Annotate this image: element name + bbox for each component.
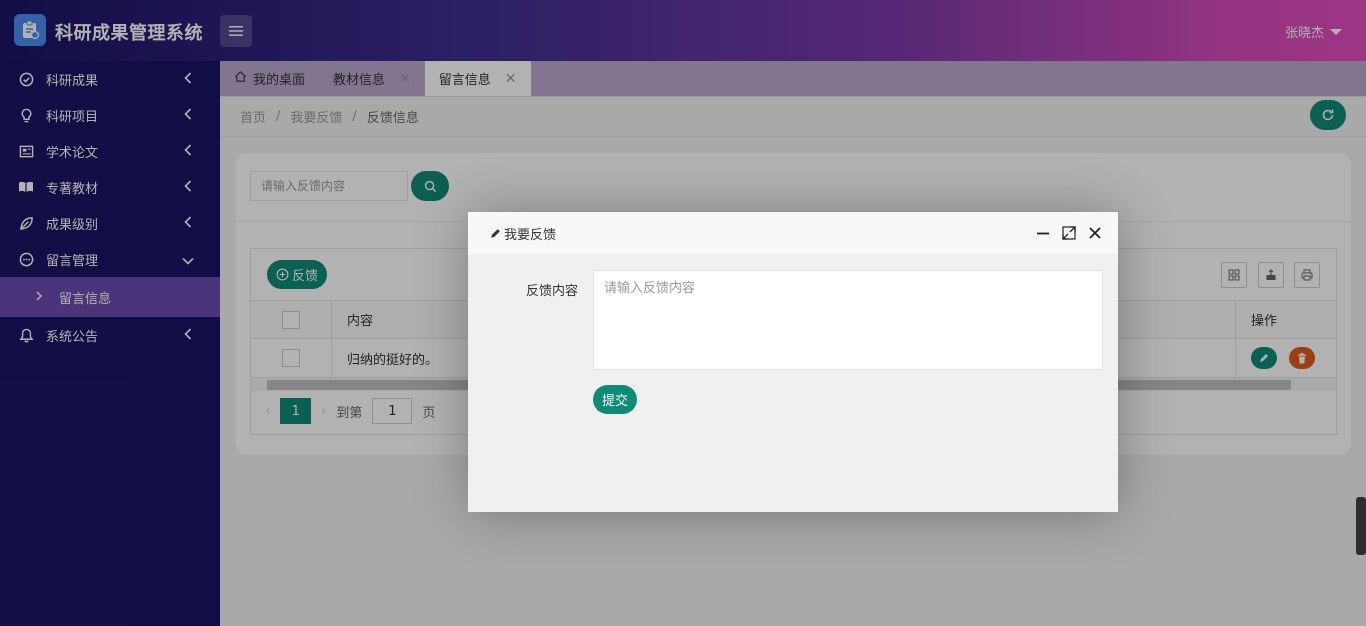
modal-controls <box>1036 226 1102 244</box>
submit-button[interactable]: 提交 <box>593 385 637 414</box>
side-widget[interactable] <box>1356 497 1366 555</box>
feedback-modal: 我要反馈 反馈内容 请输入反馈内容 提交 <box>468 212 1118 512</box>
feedback-content-textarea[interactable]: 请输入反馈内容 <box>593 270 1103 370</box>
feedback-content-label: 反馈内容 <box>525 284 578 299</box>
close-icon[interactable] <box>1088 226 1102 244</box>
minimize-icon[interactable] <box>1036 226 1050 244</box>
modal-header: 我要反馈 <box>468 212 1118 255</box>
pencil-icon <box>491 228 500 238</box>
modal-title: 我要反馈 <box>504 227 557 243</box>
maximize-icon[interactable] <box>1062 226 1076 244</box>
